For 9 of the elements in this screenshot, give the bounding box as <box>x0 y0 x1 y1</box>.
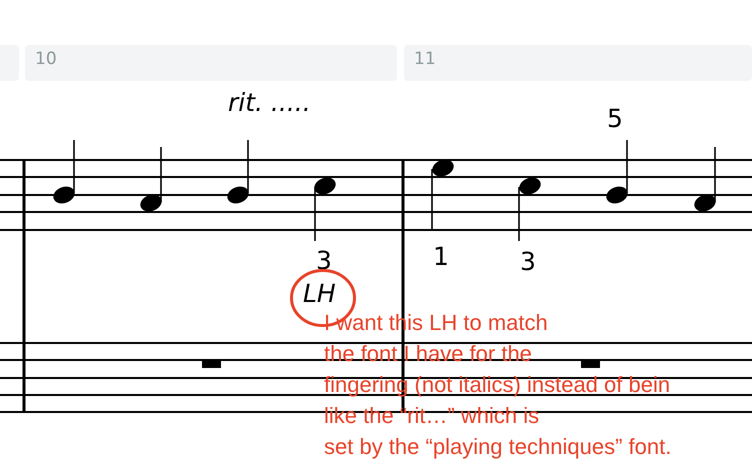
fingering-number: 1 <box>433 244 449 269</box>
fingering-number: 5 <box>607 106 623 131</box>
tempo-marking: rit. ..... <box>228 90 311 115</box>
measure-number: 11 <box>414 51 436 68</box>
fingering-number: 3 <box>520 249 536 274</box>
annotation-line: set by the “playing techniques” font. <box>324 436 672 458</box>
measure-number: 10 <box>35 51 57 68</box>
technique-text: LH <box>303 281 336 306</box>
fingering-number: 3 <box>316 248 332 273</box>
